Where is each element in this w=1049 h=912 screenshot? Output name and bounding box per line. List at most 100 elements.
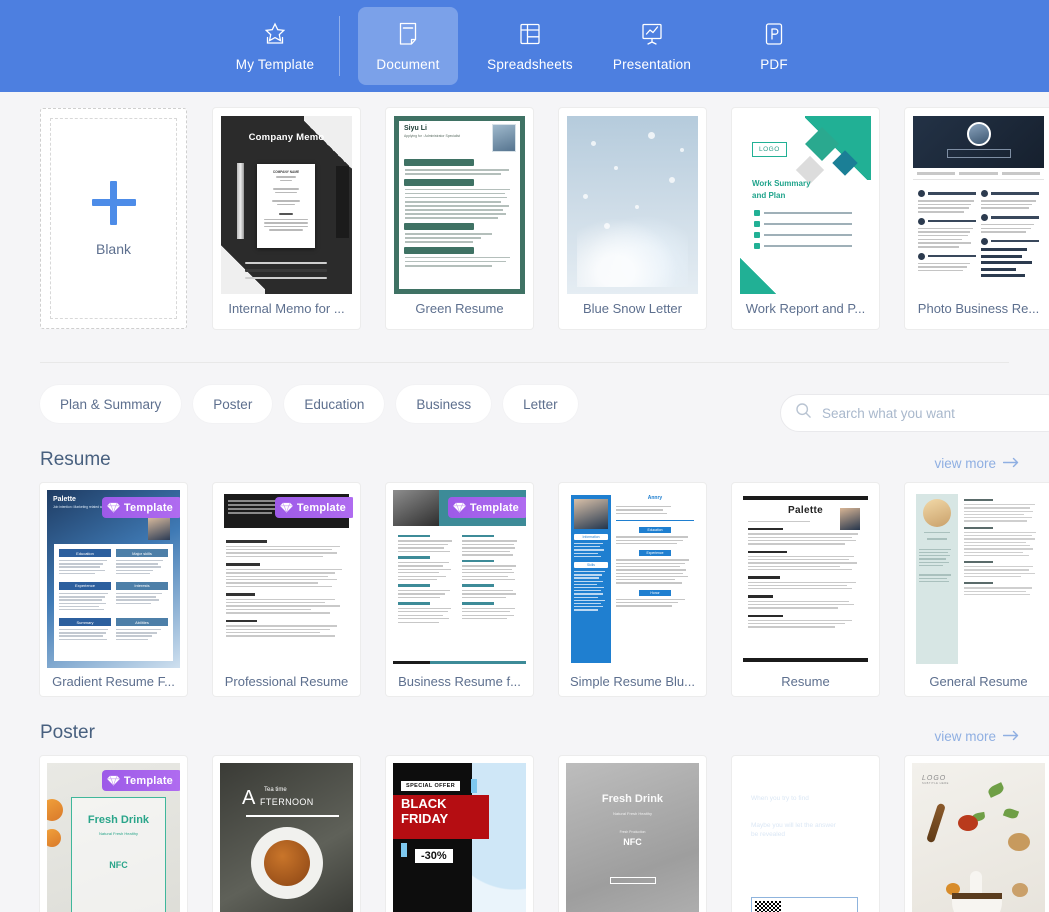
work-report-artwork: LOGO Work Summary and Plan: [740, 116, 871, 294]
template-card[interactable]: Template Business Resume f...: [386, 483, 533, 696]
nav-tab-spreadsheets[interactable]: Spreadsheets: [480, 7, 580, 85]
poster-headline: BLACK FRIDAY: [401, 796, 449, 826]
template-caption: Internal Memo for ...: [228, 301, 345, 316]
blank-template-card[interactable]: Blank: [40, 108, 187, 329]
search-box[interactable]: [780, 394, 1049, 432]
template-card[interactable]: LOGO Work Summary and Plan Work Report an…: [732, 108, 879, 329]
template-card[interactable]: Palette Job intention: Marketing related…: [40, 483, 187, 696]
template-thumbnail: When you try to find Real yourself Maybe…: [739, 763, 872, 912]
template-thumbnail: Fresh Drink Natural Fresh Healthy NFC Te…: [47, 763, 180, 912]
nav-tab-presentation[interactable]: Presentation: [602, 7, 702, 85]
gem-icon: [107, 775, 120, 787]
template-badge: Template: [447, 497, 526, 518]
gem-icon: [280, 502, 293, 514]
poster-title: Fresh Drink: [87, 814, 150, 826]
arrow-right-icon: [1002, 456, 1019, 471]
poster-subtitle: Natural Fresh Healthy: [99, 831, 138, 836]
template-thumbnail: Information Skills Annry Education Exper…: [566, 490, 699, 668]
template-card[interactable]: When you try to find Real yourself Maybe…: [732, 756, 879, 912]
memo-title: Company Memo: [248, 132, 325, 143]
template-caption: Green Resume: [415, 301, 504, 316]
document-icon: [394, 20, 422, 48]
nav-item-list: My Template Document Spreadsheets Presen…: [225, 7, 824, 85]
template-thumbnail: [567, 116, 698, 294]
filter-chip-business[interactable]: Business: [396, 385, 492, 423]
template-caption: Business Resume f...: [398, 674, 521, 689]
teacup: [250, 827, 323, 899]
spices-poster-artwork: LOGO SUBTITLE HERE: [912, 763, 1045, 912]
template-card[interactable]: A Tea time FTERNOON: [213, 756, 360, 912]
work-report-title: Work Summary and Plan: [752, 179, 811, 200]
template-thumbnail: LOGO Work Summary and Plan: [740, 116, 871, 294]
chip-label: Business: [416, 396, 472, 412]
chip-label: Plan & Summary: [60, 396, 162, 412]
filter-chip-letter[interactable]: Letter: [503, 385, 578, 423]
template-card[interactable]: Information Skills Annry Education Exper…: [559, 483, 706, 696]
template-caption: General Resume: [929, 674, 1028, 689]
green-resume-artwork: Siyu Li Applying for : Administrator Spe…: [394, 116, 525, 294]
template-card[interactable]: Template Professional Resume: [213, 483, 360, 696]
sidebar-tag: Skills: [574, 562, 608, 569]
template-card[interactable]: General Resume: [905, 483, 1049, 696]
poster-special-offer: SPECIAL OFFER: [401, 781, 461, 791]
top-navigation-bar: My Template Document Spreadsheets Presen…: [0, 0, 1049, 92]
template-card[interactable]: Blue Snow Letter: [559, 108, 706, 329]
template-card[interactable]: LOGO SUBTITLE HERE: [905, 756, 1049, 912]
section-bar: [404, 159, 475, 166]
template-card[interactable]: Fresh Drink Natural Fresh Healthy NFC Te…: [40, 756, 187, 912]
section-bar: [404, 222, 475, 230]
resume-photo: [840, 508, 860, 530]
search-input[interactable]: [822, 405, 1049, 421]
template-card[interactable]: Fresh Drink Natural Fresh Healthy Fresh …: [559, 756, 706, 912]
filter-chip-poster[interactable]: Poster: [193, 385, 273, 423]
nav-tab-label: PDF: [760, 57, 788, 72]
nav-tab-pdf[interactable]: PDF: [724, 7, 824, 85]
template-card[interactable]: SPECIAL OFFER BLACK FRIDAY -30%: [386, 756, 533, 912]
plus-icon: [91, 180, 136, 225]
resume-photo: [148, 516, 170, 540]
section-bar: [404, 178, 475, 186]
template-card[interactable]: Photo Business Re...: [905, 108, 1049, 329]
green-resume-header: Siyu Li Applying for : Administrator Spe…: [399, 121, 520, 155]
chip-label: Poster: [213, 396, 253, 412]
view-more-poster[interactable]: view more: [934, 729, 1019, 744]
resume-body: [220, 532, 353, 641]
poster-afternoon: FTERNOON: [260, 797, 314, 807]
blue-snow-artwork: [567, 116, 698, 294]
template-caption: Professional Resume: [224, 674, 349, 689]
badge-label: Template: [123, 501, 173, 514]
resume-main: [964, 494, 1041, 664]
gem-icon: [107, 502, 120, 514]
poster-line-1: When you try to find: [751, 795, 809, 802]
template-caption: Gradient Resume F...: [52, 674, 175, 689]
view-more-resume[interactable]: view more: [934, 456, 1019, 471]
pb-skill-bars: [981, 248, 1039, 278]
template-card[interactable]: Company Memo COMPANY NAME Internal Memo …: [213, 108, 360, 329]
memo-artwork: Company Memo COMPANY NAME: [221, 116, 352, 294]
section-lines: [399, 232, 520, 243]
memo-sheet: COMPANY NAME: [257, 164, 315, 248]
template-card[interactable]: Palette Resume: [732, 483, 879, 696]
chip-label: Letter: [523, 396, 558, 412]
green-resume-photo: [492, 124, 516, 152]
pb-columns: [913, 180, 1044, 286]
pb-meta-row: [913, 168, 1044, 180]
nav-tab-my-template[interactable]: My Template: [225, 7, 325, 85]
resume-main: Annry Education Experience Honor: [616, 495, 694, 663]
filter-chip-plan-summary[interactable]: Plan & Summary: [40, 385, 182, 423]
resume-name: Annry: [647, 495, 663, 501]
section-lines: [399, 169, 520, 175]
filter-chip-education[interactable]: Education: [284, 385, 385, 423]
fresh-drink-gray-poster-artwork: Fresh Drink Natural Fresh Healthy Fresh …: [566, 763, 699, 912]
template-thumbnail: Siyu Li Applying for : Administrator Spe…: [394, 116, 525, 294]
nav-tab-label: Spreadsheets: [487, 57, 573, 72]
template-thumbnail: Company Memo COMPANY NAME: [221, 116, 352, 294]
section-header-poster: Poster view more: [0, 722, 1049, 744]
nav-tab-label: Document: [376, 57, 440, 72]
template-thumbnail: LOGO SUBTITLE HERE: [912, 763, 1045, 912]
template-card[interactable]: Siyu Li Applying for : Administrator Spe…: [386, 108, 533, 329]
nav-tab-document[interactable]: Document: [358, 7, 458, 85]
qr-code-icon: [755, 901, 781, 912]
section-tag: Education: [638, 527, 672, 534]
badge-label: Template: [469, 501, 519, 514]
